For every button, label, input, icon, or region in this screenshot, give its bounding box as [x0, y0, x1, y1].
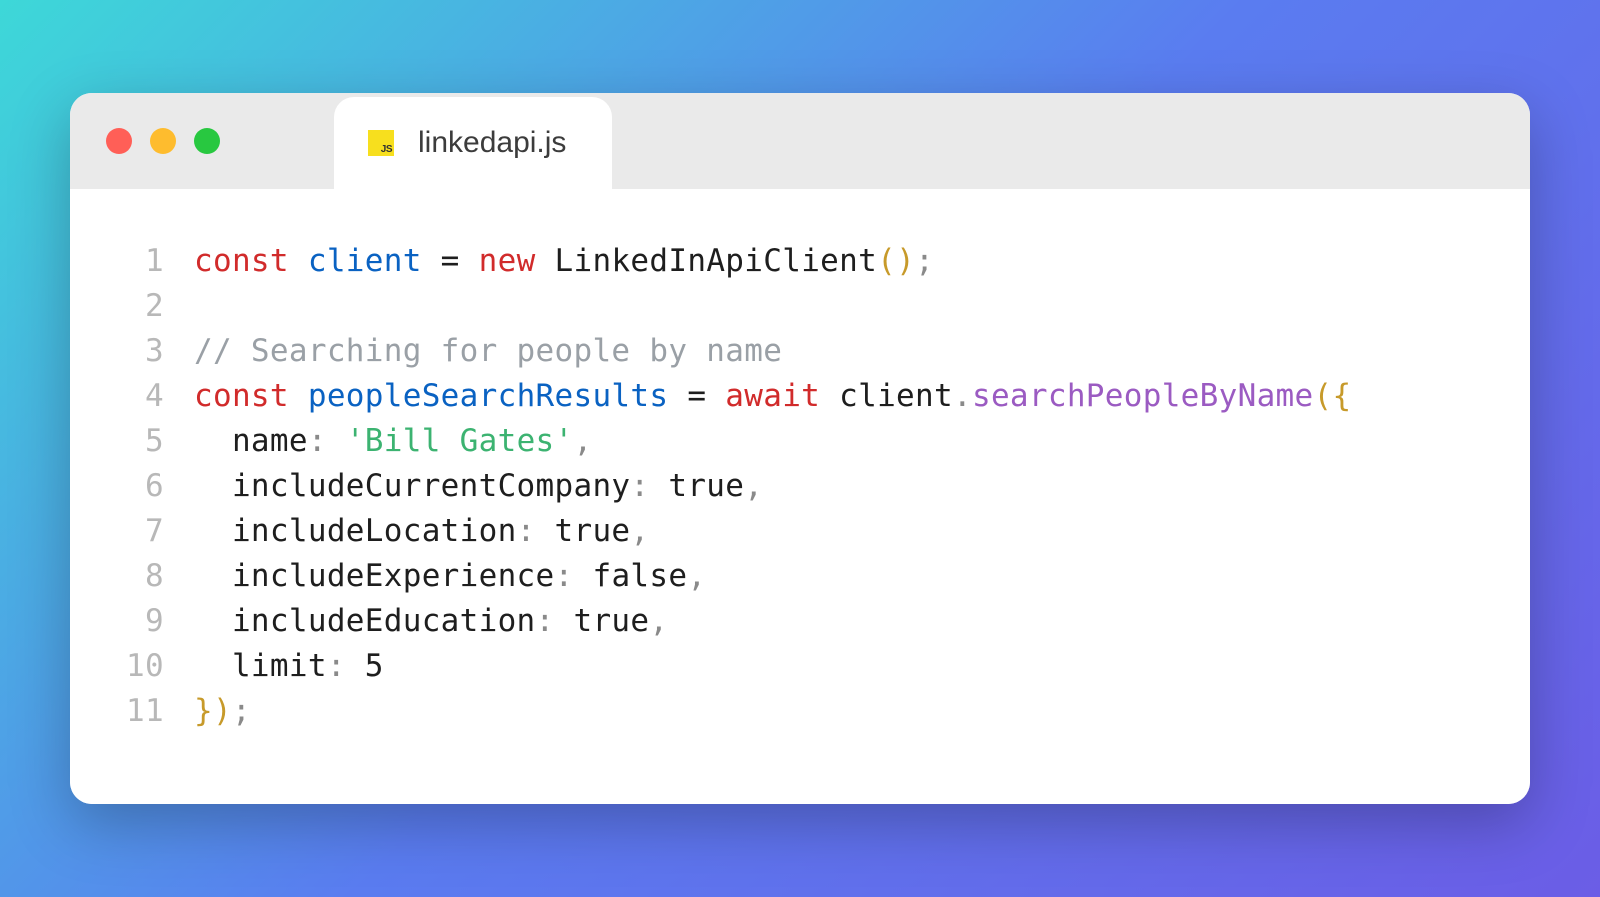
code-line: 2 [94, 284, 1506, 329]
line-number: 4 [94, 374, 164, 419]
code-editor[interactable]: 1 const client = new LinkedInApiClient()… [70, 189, 1530, 803]
line-number: 3 [94, 329, 164, 374]
code-content: limit: 5 [194, 644, 384, 689]
editor-window: linkedapi.js 1 const client = new Linked… [70, 93, 1530, 803]
code-content: name: 'Bill Gates', [194, 419, 592, 464]
line-number: 2 [94, 284, 164, 329]
window-controls [106, 128, 220, 154]
code-content: // Searching for people by name [194, 329, 782, 374]
code-line: 6 includeCurrentCompany: true, [94, 464, 1506, 509]
code-line: 10 limit: 5 [94, 644, 1506, 689]
code-content: const peopleSearchResults = await client… [194, 374, 1351, 419]
maximize-button[interactable] [194, 128, 220, 154]
minimize-button[interactable] [150, 128, 176, 154]
code-line: 9 includeEducation: true, [94, 599, 1506, 644]
line-number: 7 [94, 509, 164, 554]
file-tab[interactable]: linkedapi.js [334, 97, 612, 189]
line-number: 11 [94, 689, 164, 734]
line-number: 6 [94, 464, 164, 509]
code-line: 1 const client = new LinkedInApiClient()… [94, 239, 1506, 284]
code-line: 4 const peopleSearchResults = await clie… [94, 374, 1506, 419]
line-number: 5 [94, 419, 164, 464]
title-bar: linkedapi.js [70, 93, 1530, 189]
code-line: 11 }); [94, 689, 1506, 734]
line-number: 1 [94, 239, 164, 284]
code-content: }); [194, 689, 251, 734]
code-line: 3 // Searching for people by name [94, 329, 1506, 374]
code-content: includeEducation: true, [194, 599, 668, 644]
close-button[interactable] [106, 128, 132, 154]
code-content: const client = new LinkedInApiClient(); [194, 239, 934, 284]
code-content: includeExperience: false, [194, 554, 706, 599]
js-file-icon [368, 130, 394, 156]
tab-filename: linkedapi.js [418, 126, 566, 160]
code-content: includeLocation: true, [194, 509, 649, 554]
line-number: 9 [94, 599, 164, 644]
line-number: 10 [94, 644, 164, 689]
code-content: includeCurrentCompany: true, [194, 464, 763, 509]
line-number: 8 [94, 554, 164, 599]
code-line: 7 includeLocation: true, [94, 509, 1506, 554]
code-line: 5 name: 'Bill Gates', [94, 419, 1506, 464]
code-line: 8 includeExperience: false, [94, 554, 1506, 599]
